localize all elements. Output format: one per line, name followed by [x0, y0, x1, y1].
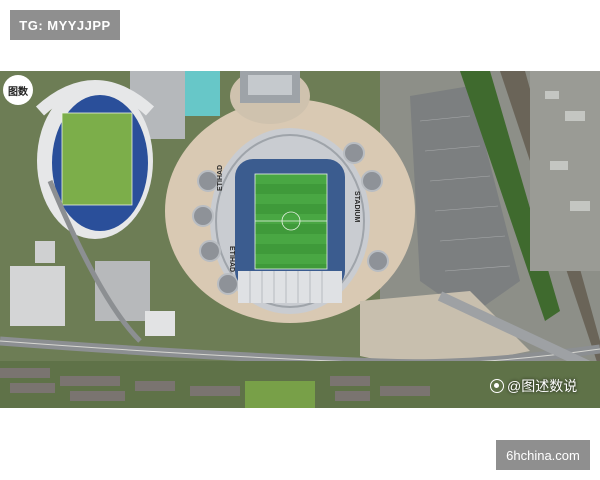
watermark-text: @图述数说 [507, 378, 578, 394]
channel-logo: 图数 [3, 75, 33, 105]
west-stand-text: ETIHAD [217, 165, 224, 191]
aerial-stadium-photo: ETIHAD ETIHAD STADIUM [0, 71, 600, 408]
top-channel-tag: TG: MYYJJPP [10, 10, 120, 40]
cyan-roof-building [180, 71, 220, 116]
athletics-pitch [62, 113, 132, 205]
south-stand-text: ETIHAD [228, 246, 235, 272]
south-stand-roof [238, 271, 342, 303]
watermark: @图述数说 [490, 376, 577, 396]
sports-field [245, 381, 315, 408]
source-site-tag: 6hchina.com [496, 440, 590, 470]
housing-right [530, 71, 600, 271]
left-warehouse [10, 266, 65, 326]
east-stand-text: STADIUM [353, 191, 360, 223]
weibo-icon [490, 379, 504, 393]
